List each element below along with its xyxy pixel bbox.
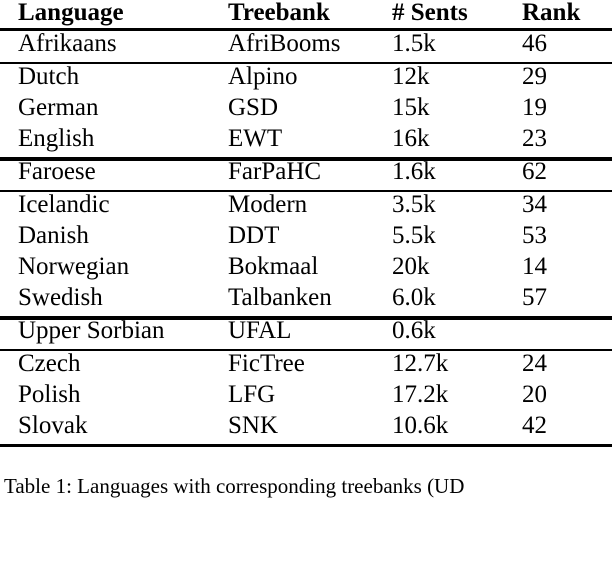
column-header-rank: Rank [522, 0, 581, 26]
cell-rank: 53 [522, 222, 547, 249]
cell-treebank: Modern [210, 190, 377, 223]
cell-treebank: EWT [228, 125, 283, 152]
column-header-sents: # Sents [392, 0, 468, 26]
cell-treebank: Talbanken [228, 284, 332, 311]
table-row: Danish DDT 5.5k 53 [0, 223, 612, 254]
table-body: Afrikaans AfriBooms 1.5k 46 Dutch Alpino… [0, 28, 612, 447]
cell-rank: 34 [502, 190, 612, 223]
cell-sents: 3.5k [377, 190, 502, 223]
cell-rank: 24 [502, 349, 612, 382]
cell-sents: 10.6k [377, 413, 502, 447]
table-row: Icelandic Modern 3.5k 34 [0, 190, 612, 223]
table-row: Czech FicTree 12.7k 24 [0, 349, 612, 382]
cell-rank: 19 [522, 94, 547, 121]
cell-sents: 1.5k [377, 28, 502, 63]
cell-treebank: Alpino [210, 62, 377, 95]
cell-language: Czech [0, 349, 210, 382]
table-header: Language Treebank # Sents Rank [0, 0, 612, 30]
table-row: Afrikaans AfriBooms 1.5k 46 [0, 28, 612, 63]
table-row: Dutch Alpino 12k 29 [0, 62, 612, 95]
cell-language: Slovak [0, 413, 210, 447]
languages-treebanks-table: Language Treebank # Sents Rank Afrikaans… [0, 0, 612, 447]
table-row: Norwegian Bokmaal 20k 14 [0, 254, 612, 285]
cell-rank: 46 [502, 28, 612, 63]
table-row: Faroese FarPaHC 1.6k 62 [0, 157, 612, 191]
cell-language: German [18, 94, 99, 121]
cell-language: Afrikaans [0, 28, 210, 63]
table-row: Swedish Talbanken 6.0k 57 [0, 285, 612, 317]
cell-treebank: LFG [228, 381, 276, 408]
table-row: German GSD 15k 19 [0, 95, 612, 126]
cell-sents: 12k [377, 62, 502, 95]
table-row: Upper Sorbian UFAL 0.6k [0, 316, 612, 350]
cell-language: English [18, 125, 95, 152]
table-caption: Table 1: Languages with corresponding tr… [4, 474, 465, 498]
cell-language: Upper Sorbian [0, 316, 210, 350]
cell-sents: 5.5k [392, 222, 436, 249]
cell-treebank: Bokmaal [228, 253, 319, 280]
cell-treebank: GSD [228, 94, 279, 121]
column-header-treebank: Treebank [228, 0, 330, 26]
cell-rank: 57 [522, 284, 547, 311]
cell-rank: 20 [522, 381, 547, 408]
cell-rank: 14 [522, 253, 547, 280]
cell-rank [502, 316, 612, 350]
header-row: Language Treebank # Sents Rank [0, 0, 612, 30]
cell-sents: 17.2k [392, 381, 449, 408]
table-row: English EWT 16k 23 [0, 126, 612, 158]
cell-rank: 62 [502, 157, 612, 191]
cell-language: Danish [18, 222, 89, 249]
cell-treebank: SNK [210, 413, 377, 447]
cell-treebank: DDT [228, 222, 280, 249]
cell-language: Swedish [18, 284, 103, 311]
cell-sents: 6.0k [392, 284, 436, 311]
cell-treebank: FarPaHC [210, 157, 377, 191]
table-figure: Language Treebank # Sents Rank Afrikaans… [0, 0, 612, 499]
cell-language: Icelandic [0, 190, 210, 223]
cell-treebank: AfriBooms [210, 28, 377, 63]
cell-sents: 20k [392, 253, 430, 280]
cell-sents: 12.7k [377, 349, 502, 382]
table-row: Slovak SNK 10.6k 42 [0, 413, 612, 447]
cell-sents: 15k [392, 94, 430, 121]
cell-rank: 29 [502, 62, 612, 95]
cell-language: Polish [18, 381, 81, 408]
table-row: Polish LFG 17.2k 20 [0, 382, 612, 413]
cell-sents: 1.6k [377, 157, 502, 191]
cell-language: Faroese [0, 157, 210, 191]
cell-language: Norwegian [18, 253, 130, 280]
cell-treebank: UFAL [210, 316, 377, 350]
cell-rank: 23 [522, 125, 547, 152]
cell-sents: 16k [392, 125, 430, 152]
cell-language: Dutch [0, 62, 210, 95]
cell-rank: 42 [502, 413, 612, 447]
cell-treebank: FicTree [210, 349, 377, 382]
column-header-language: Language [18, 0, 124, 26]
cell-sents: 0.6k [377, 316, 502, 350]
